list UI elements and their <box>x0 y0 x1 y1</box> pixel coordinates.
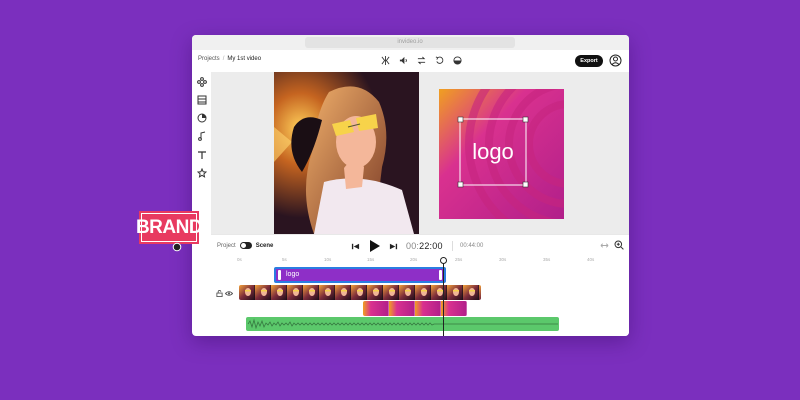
media-icon[interactable] <box>196 94 207 105</box>
swap-icon[interactable] <box>416 55 427 66</box>
playhead-handle[interactable] <box>440 257 447 264</box>
current-time-hours: 00: <box>406 241 420 251</box>
mode-toggle-group: Project Scene <box>217 242 273 249</box>
fit-icon[interactable] <box>600 241 609 250</box>
star-icon[interactable] <box>196 167 207 178</box>
visibility-icon[interactable] <box>225 290 233 297</box>
mode-toggle[interactable] <box>239 242 252 249</box>
next-icon[interactable] <box>389 242 398 251</box>
layout-icon[interactable] <box>196 76 207 87</box>
breadcrumb-separator: / <box>222 56 225 62</box>
user-icon[interactable] <box>609 54 622 67</box>
total-time: 00:44:00 <box>460 243 484 249</box>
current-time: 00:22:00 <box>406 241 443 251</box>
previous-icon[interactable] <box>351 242 360 251</box>
play-icon[interactable] <box>368 239 381 253</box>
breadcrumb-current: My 1st video <box>227 56 262 62</box>
ruler-tick: 15s <box>367 257 375 262</box>
project-mode-label[interactable]: Project <box>217 243 236 249</box>
preview-canvas: logo <box>211 72 629 234</box>
logo-text: logo <box>472 139 514 164</box>
undo-icon[interactable] <box>434 55 445 66</box>
video-track[interactable] <box>239 285 481 300</box>
ruler-tick: 0s <box>237 257 242 262</box>
app-window: invideo.io Projects / My 1st video Export <box>192 35 629 336</box>
ruler-tick: 40s <box>587 257 595 262</box>
timeline-panel: Project Scene 00:22:00 00:44:00 0s 5s 10… <box>211 234 629 336</box>
volume-icon[interactable] <box>398 55 409 66</box>
split-icon[interactable] <box>380 55 391 66</box>
timeline-ruler[interactable]: 0s 5s 10s 15s 20s 25s 30s 35s 40s <box>237 255 629 265</box>
logo-card[interactable]: logo <box>439 89 564 219</box>
toolbar <box>380 55 463 66</box>
logo-clip[interactable]: logo <box>274 267 446 283</box>
overlay-track[interactable] <box>363 301 467 316</box>
current-time-rest: 22:00 <box>419 241 443 251</box>
clip-trim-handle-left[interactable] <box>278 270 281 280</box>
brand-badge[interactable]: BRAND <box>136 211 203 244</box>
time-divider <box>452 241 453 251</box>
logo-clip-label: logo <box>286 271 300 278</box>
track-controls <box>216 290 233 297</box>
brand-badge-frame: BRAND <box>136 213 203 242</box>
ruler-tick: 20s <box>410 257 418 262</box>
color-filter-icon[interactable] <box>452 55 463 66</box>
left-sidebar <box>192 72 211 234</box>
text-icon[interactable] <box>196 149 207 160</box>
clip-trim-handle-right[interactable] <box>439 270 442 280</box>
ruler-tick: 30s <box>499 257 507 262</box>
scene-mode-label[interactable]: Scene <box>256 243 274 249</box>
ruler-tick: 35s <box>543 257 551 262</box>
zoom-in-icon[interactable] <box>614 240 624 250</box>
address-bar[interactable]: invideo.io <box>305 37 515 48</box>
audio-track[interactable] <box>246 317 559 331</box>
brand-badge-text: BRAND <box>135 216 203 238</box>
lock-icon[interactable] <box>216 290 223 297</box>
mouse-pointer-icon <box>172 242 182 252</box>
ruler-tick: 10s <box>324 257 332 262</box>
sticker-icon[interactable] <box>196 112 207 123</box>
audio-waveform <box>247 318 558 330</box>
playback-controls <box>351 239 398 253</box>
playhead-line[interactable] <box>443 259 444 336</box>
timeline-zoom-controls <box>600 240 624 250</box>
music-icon[interactable] <box>196 130 207 141</box>
video-preview-image[interactable] <box>274 72 419 234</box>
ruler-tick: 5s <box>282 257 287 262</box>
breadcrumb: Projects / My 1st video <box>198 56 261 62</box>
browser-bar: invideo.io <box>192 35 629 51</box>
breadcrumb-projects[interactable]: Projects <box>198 56 220 62</box>
top-bar: Projects / My 1st video Export <box>192 50 629 72</box>
ruler-tick: 25s <box>455 257 463 262</box>
export-button[interactable]: Export <box>575 55 603 67</box>
